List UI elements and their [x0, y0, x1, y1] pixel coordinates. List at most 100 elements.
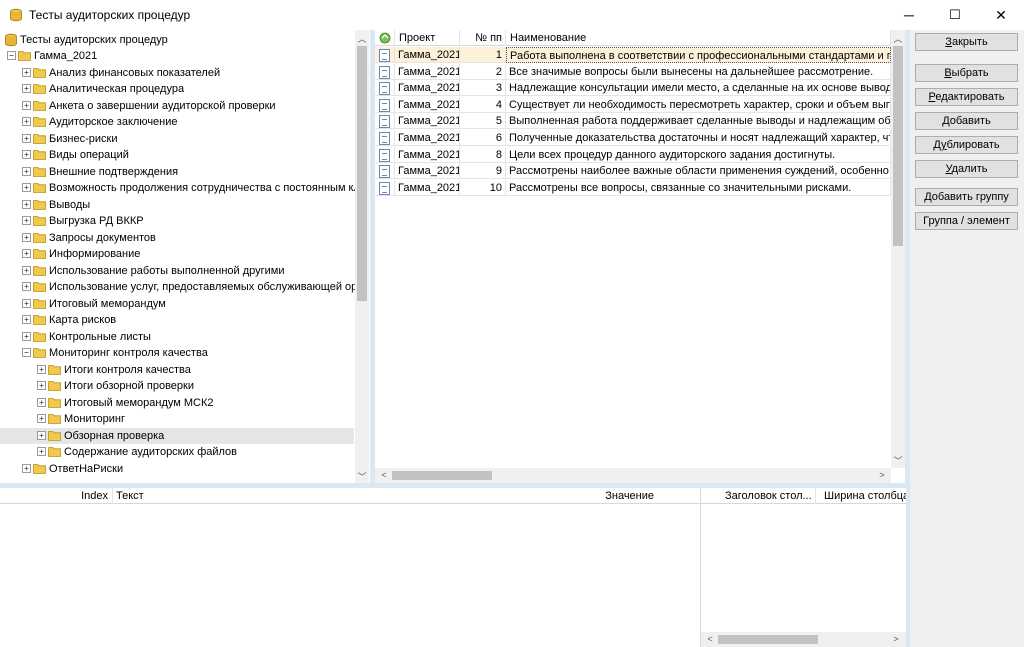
expand-icon[interactable]: +: [22, 298, 31, 308]
scroll-down-arrow[interactable]: ﹀: [355, 470, 369, 483]
tree-item[interactable]: + Виды операций: [0, 147, 354, 163]
table-row[interactable]: Гамма_2021 1 Работа выполнена в соответств…: [375, 47, 891, 63]
tree-item[interactable]: + Обзорная проверка: [0, 427, 354, 444]
tree-vscroll[interactable]: ︿ ﹀: [355, 30, 369, 483]
scroll-up-arrow[interactable]: ︿: [891, 32, 905, 45]
table-row[interactable]: Гамма_2021 4 Существует ли необходимость п…: [375, 96, 891, 113]
expand-icon[interactable]: +: [37, 381, 46, 390]
expand-icon[interactable]: +: [22, 183, 31, 192]
tree-item[interactable]: + Содержание аудиторских файлов: [0, 444, 354, 460]
column-header-project[interactable]: Проект: [395, 30, 460, 46]
close-window-button[interactable]: ✕: [978, 0, 1024, 30]
column-header-index[interactable]: Index: [20, 488, 110, 504]
refresh-icon[interactable]: [379, 32, 391, 44]
tree-item[interactable]: + Использование услуг, предоставляемых об…: [0, 279, 369, 295]
expand-icon[interactable]: +: [37, 447, 46, 456]
column-header-col-width[interactable]: Ширина столбца: [815, 488, 906, 504]
tree-item[interactable]: + Анкета о завершении аудиторской проверк…: [0, 98, 354, 114]
scroll-left-arrow[interactable]: <: [377, 470, 391, 480]
column-header-text[interactable]: Текст: [112, 488, 412, 504]
column-header-value[interactable]: Значение: [540, 488, 656, 504]
expand-icon[interactable]: +: [37, 364, 46, 374]
table-row[interactable]: Гамма_2021 8 Цели всех процедур данного ау…: [375, 146, 891, 163]
column-header-name[interactable]: Наименование: [506, 30, 891, 46]
scroll-up-arrow[interactable]: ︿: [355, 32, 369, 45]
select-button[interactable]: Выбрать: [915, 64, 1018, 82]
table-row[interactable]: Гамма_2021 5 Выполненная работа поддержива…: [375, 113, 891, 130]
tree-item[interactable]: + Внешние подтверждения: [0, 164, 354, 180]
tree-item[interactable]: + Аналитическая процедура: [0, 81, 354, 97]
grid-vscroll[interactable]: ︿ ﹀: [891, 30, 905, 468]
table-row[interactable]: Гамма_2021 3 Надлежащие консультации имели…: [375, 80, 891, 97]
cell-name: Существует ли необходимость пересмотреть…: [506, 96, 891, 113]
expand-icon[interactable]: +: [22, 331, 31, 341]
edit-button[interactable]: Редактировать: [915, 88, 1018, 106]
expand-icon[interactable]: +: [22, 166, 31, 176]
collapse-icon[interactable]: −: [22, 348, 31, 357]
expand-icon[interactable]: +: [22, 150, 31, 159]
expand-icon[interactable]: +: [22, 199, 31, 209]
tree-item[interactable]: + Выгрузка РД ВККР: [0, 213, 354, 229]
tree-item[interactable]: + Итоговый меморандум МСК2: [0, 395, 354, 411]
expand-icon[interactable]: +: [22, 216, 31, 225]
group-element-button[interactable]: Группа / элемент: [915, 212, 1018, 230]
bottom-hscroll-thumb[interactable]: [718, 635, 818, 644]
tree-item[interactable]: + Выводы: [0, 197, 354, 213]
tree-item[interactable]: + Мониторинг: [0, 411, 354, 427]
table-row[interactable]: Гамма_2021 6 Полученные доказательства дос…: [375, 130, 891, 146]
add-group-button[interactable]: Добавить группу: [915, 188, 1018, 206]
tree-item[interactable]: + Карта рисков: [0, 312, 354, 328]
scroll-down-arrow[interactable]: ﹀: [891, 454, 905, 467]
expand-icon[interactable]: +: [37, 430, 46, 440]
expand-icon[interactable]: +: [22, 463, 31, 473]
scroll-left-arrow[interactable]: <: [703, 634, 717, 644]
grid-hscroll[interactable]: < >: [375, 468, 891, 483]
tree-item[interactable]: − Мониторинг контроля качества: [0, 345, 354, 361]
scroll-right-arrow[interactable]: >: [889, 634, 903, 644]
expand-icon[interactable]: +: [22, 265, 31, 275]
expand-icon[interactable]: +: [22, 315, 31, 324]
column-header-num[interactable]: № пп: [460, 30, 506, 46]
tree-item[interactable]: + Контрольные листы: [0, 329, 354, 345]
expand-icon[interactable]: +: [22, 100, 31, 110]
tree-item[interactable]: + Возможность продолжения сотрудничества …: [0, 180, 370, 196]
expand-icon[interactable]: +: [22, 282, 31, 291]
tree-item[interactable]: + Итоги контроля качества: [0, 362, 354, 378]
scroll-right-arrow[interactable]: >: [875, 470, 889, 480]
delete-button[interactable]: Удалить: [915, 160, 1018, 178]
expand-icon[interactable]: +: [22, 84, 31, 93]
expand-icon[interactable]: +: [22, 133, 31, 143]
table-row[interactable]: Гамма_2021 9 Рассмотрены наиболее важные о…: [375, 163, 891, 180]
duplicate-button[interactable]: Дублировать: [915, 136, 1018, 154]
table-row[interactable]: Гамма_2021 2 Все значимые вопросы были вын…: [375, 63, 891, 80]
maximize-button[interactable]: ☐: [932, 0, 978, 30]
tree-item[interactable]: + Использование работы выполненной другим…: [0, 263, 354, 279]
tree-item[interactable]: + Бизнес-риски: [0, 131, 354, 147]
expand-icon[interactable]: +: [22, 249, 31, 258]
cell-name: Выполненная работа поддерживает сделанны…: [506, 113, 891, 130]
add-button[interactable]: Добавить: [915, 112, 1018, 130]
table-row[interactable]: Гамма_2021 10 Рассмотрены все вопросы, свя…: [375, 179, 891, 196]
tree-item-project[interactable]: − Гамма_2021: [0, 48, 350, 64]
expand-icon[interactable]: +: [37, 414, 46, 423]
tree-item[interactable]: + ОтветНаРиски: [0, 461, 354, 477]
expand-icon[interactable]: +: [22, 232, 31, 242]
tree-item[interactable]: + Анализ финансовых показателей: [0, 65, 354, 81]
tree-item[interactable]: + Аудиторское заключение: [0, 114, 354, 130]
expand-icon[interactable]: +: [22, 117, 31, 126]
minimize-button[interactable]: ─: [886, 0, 932, 30]
tree-item[interactable]: + Информирование: [0, 246, 354, 262]
tree-item[interactable]: + Запросы документов: [0, 230, 354, 246]
tree-root[interactable]: Тесты аудиторских процедур: [4, 32, 354, 48]
expand-icon[interactable]: +: [37, 397, 46, 407]
tree-vscroll-thumb[interactable]: [357, 46, 367, 301]
collapse-icon[interactable]: −: [7, 51, 16, 60]
grid-hscroll-thumb[interactable]: [392, 471, 492, 480]
column-header-col-title[interactable]: Заголовок стол...: [723, 488, 813, 504]
tree-item[interactable]: + Итоговый меморандум: [0, 296, 354, 312]
grid-vscroll-thumb[interactable]: [893, 46, 903, 246]
bottom-hscroll[interactable]: < >: [701, 632, 906, 647]
expand-icon[interactable]: +: [22, 67, 31, 77]
tree-item[interactable]: + Итоги обзорной проверки: [0, 378, 354, 394]
close-button[interactable]: Закрыть: [915, 33, 1018, 51]
